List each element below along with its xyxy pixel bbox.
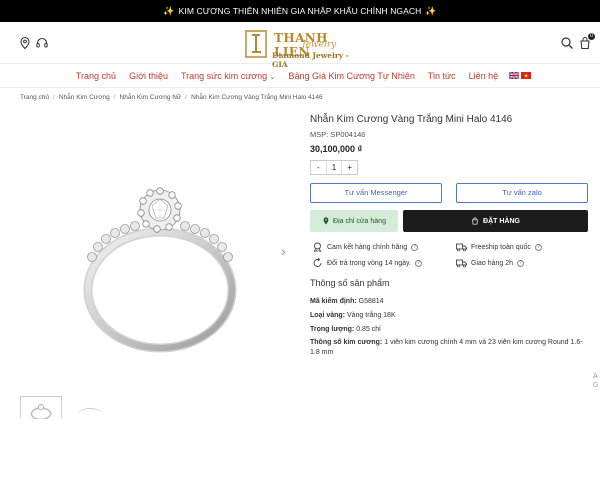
spec-key: Thông số kim cương: xyxy=(310,339,383,346)
nav-item-price-list[interactable]: Bảng Giá Kim Cương Tự Nhiên xyxy=(282,71,421,81)
policy-authentic: Cam kết hàng chính hãng ? xyxy=(312,242,419,252)
logo-script: Jewelry xyxy=(302,40,337,50)
product-price: 30,100,000 ₫ xyxy=(310,144,363,154)
sparkle-icon: ✨ xyxy=(163,5,175,16)
qty-minus-button[interactable]: - xyxy=(311,161,326,174)
thumbnail[interactable] xyxy=(78,408,102,420)
order-button-label: ĐẶT HÀNG xyxy=(483,217,520,225)
truck-icon xyxy=(456,243,467,252)
help-icon[interactable]: ? xyxy=(411,243,419,251)
thumbnail-active[interactable] xyxy=(20,396,62,421)
policy-label: Cam kết hàng chính hãng xyxy=(327,243,408,251)
help-icon[interactable]: ? xyxy=(534,243,542,251)
product-image[interactable] xyxy=(60,170,260,370)
return-icon xyxy=(313,258,322,267)
spec-row: Trọng lượng: 0.85 chỉ xyxy=(310,325,381,335)
nav-item-news[interactable]: Tin tức xyxy=(421,71,462,81)
product-title: Nhẫn Kim Cương Vàng Trắng Mini Halo 4146 xyxy=(310,114,513,125)
gallery-next-arrow[interactable]: › xyxy=(281,243,286,259)
spec-row: Loại vàng: Vàng trắng 18K xyxy=(310,311,396,321)
store-address-button[interactable]: Địa chỉ cửa hàng xyxy=(310,210,398,232)
messenger-button[interactable]: Tư vấn Messenger xyxy=(310,183,442,203)
policy-return: Đổi trả trong vòng 14 ngày. ? xyxy=(312,258,422,268)
store-address-label: Địa chỉ cửa hàng xyxy=(333,217,386,225)
vietnam-flag-icon[interactable] xyxy=(520,72,531,79)
spec-key: Mã kiểm định: xyxy=(310,298,357,305)
breadcrumb-item[interactable]: Trang chủ xyxy=(20,94,49,101)
breadcrumb-item[interactable]: Nhẫn Kim Cương xyxy=(59,94,110,101)
ring-thumbnail-image xyxy=(30,403,52,421)
help-icon[interactable]: ? xyxy=(517,259,525,267)
breadcrumb-separator: / xyxy=(185,94,188,101)
breadcrumb-item[interactable]: Nhẫn Kim Cương Nữ xyxy=(120,94,182,101)
site-logo[interactable]: THANH LIEN Jewelry Diamond Jewelry - GIA xyxy=(244,30,364,69)
qty-plus-button[interactable]: + xyxy=(342,161,357,174)
nav-item-jewelry[interactable]: Trang sức kim cương ⌄ xyxy=(175,71,283,81)
delivery-icon xyxy=(456,259,467,268)
edge-widget[interactable]: AG xyxy=(593,372,598,390)
quantity-stepper: - 1 + xyxy=(310,160,358,175)
spec-key: Trọng lượng: xyxy=(310,326,355,333)
uk-flag-icon[interactable] xyxy=(508,72,519,79)
help-icon[interactable]: ? xyxy=(414,259,422,267)
announcement-text: KIM CƯƠNG THIÊN NHIÊN GIA NHẬP KHẨU CHÍN… xyxy=(178,6,422,16)
spec-key: Loại vàng: xyxy=(310,312,346,319)
spec-row: Thông số kim cương: 1 viên kim cương chí… xyxy=(310,338,585,358)
spec-value: Vàng trắng 18K xyxy=(346,312,396,319)
location-pin-icon xyxy=(323,217,329,225)
shopping-bag-icon xyxy=(472,217,478,225)
breadcrumb-separator: / xyxy=(53,94,55,101)
nav-item-about[interactable]: Giới thiệu xyxy=(123,71,175,81)
spec-row: Mã kiểm định: G58814 xyxy=(310,297,384,307)
search-icon[interactable] xyxy=(560,36,574,50)
nav-item-contact[interactable]: Liên hệ xyxy=(462,71,505,81)
announcement-bar: ✨ KIM CƯƠNG THIÊN NHIÊN GIA NHẬP KHẨU CH… xyxy=(0,0,600,22)
cart-count-badge: 0 xyxy=(588,33,595,40)
product-sku: MSP: SP004146 xyxy=(310,130,366,139)
spec-value: G58814 xyxy=(358,298,384,305)
breadcrumb: Trang chủ / Nhẫn Kim Cương / Nhẫn Kim Cư… xyxy=(20,94,323,101)
site-header: THANH LIEN Jewelry Diamond Jewelry - GIA… xyxy=(0,22,600,69)
location-pin-icon[interactable] xyxy=(18,36,32,50)
sparkle-icon: ✨ xyxy=(425,5,437,16)
breadcrumb-separator: / xyxy=(113,94,116,101)
headset-icon[interactable] xyxy=(35,36,49,50)
policy-label: Freeship toàn quốc xyxy=(471,243,531,251)
nav-item-home[interactable]: Trang chủ xyxy=(69,71,122,81)
policy-label: Giao hàng 2h xyxy=(471,259,514,267)
certificate-icon xyxy=(313,242,322,252)
main-nav: Trang chủ Giới thiệu Trang sức kim cương… xyxy=(0,64,600,88)
zalo-button[interactable]: Tư vấn zalo xyxy=(456,183,588,203)
logo-emblem-icon xyxy=(245,30,267,58)
specs-title: Thông số sản phẩm xyxy=(310,278,390,288)
nav-item-jewelry-label: Trang sức kim cương xyxy=(181,70,268,81)
breadcrumb-current: Nhẫn Kim Cương Vàng Trắng Mini Halo 4146 xyxy=(191,94,323,101)
policy-label: Đổi trả trong vòng 14 ngày. xyxy=(327,259,411,267)
qty-input[interactable]: 1 xyxy=(325,161,343,174)
order-button[interactable]: ĐẶT HÀNG xyxy=(403,210,588,232)
language-switcher xyxy=(508,72,531,79)
spec-value: 0.85 chỉ xyxy=(356,326,381,333)
chevron-down-icon: ⌄ xyxy=(269,73,276,81)
cart-button[interactable]: 0 xyxy=(578,33,595,50)
policy-delivery: Giao hàng 2h ? xyxy=(456,258,525,268)
policy-freeship: Freeship toàn quốc ? xyxy=(456,242,542,252)
